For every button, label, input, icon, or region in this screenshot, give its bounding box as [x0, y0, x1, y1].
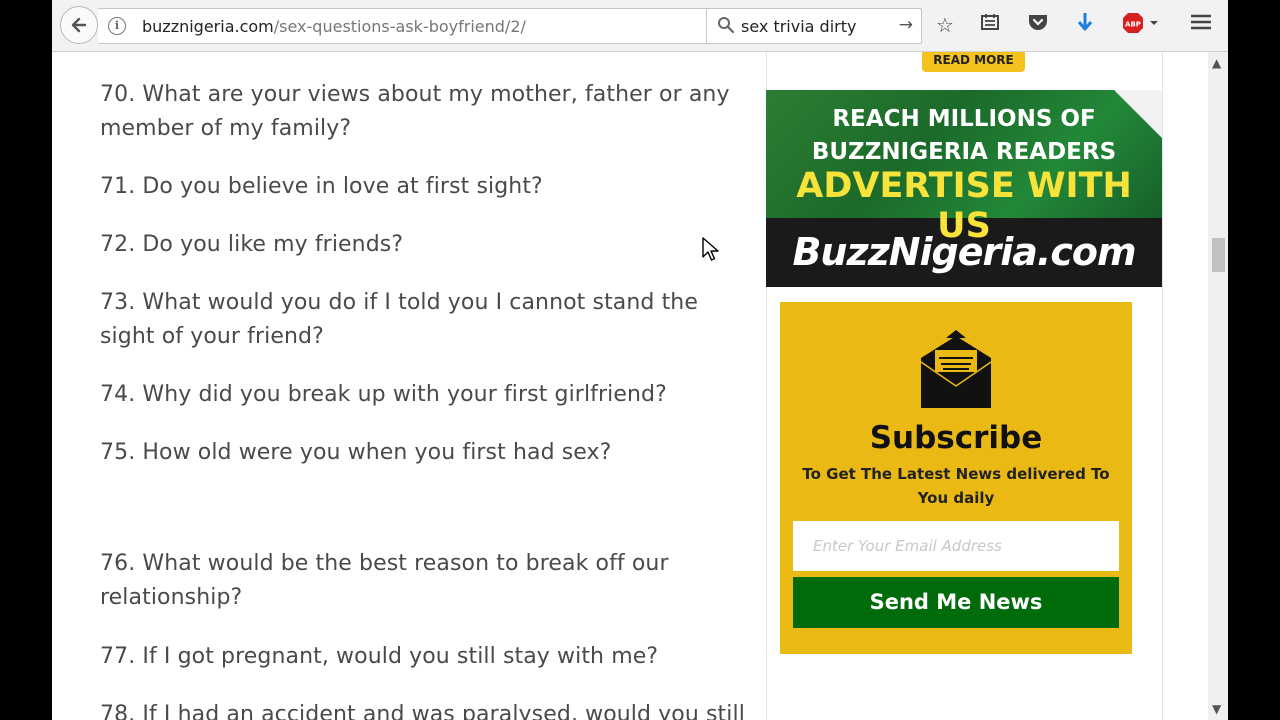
hamburger-glyph	[1191, 14, 1211, 30]
hamburger-menu-icon[interactable]	[1190, 12, 1212, 38]
buzznigeria-logo: BuzzNigeria.com	[792, 230, 1136, 274]
site-info-icon[interactable]: i	[108, 17, 126, 35]
scroll-up-icon[interactable]: ▲	[1212, 56, 1221, 70]
reader-list-glyph	[981, 14, 999, 30]
subscribe-description: To Get The Latest News delivered To You …	[802, 465, 1110, 507]
question-78: 78. If I had an accident and was paralys…	[100, 702, 745, 720]
download-arrow-glyph	[1077, 13, 1093, 31]
search-input[interactable]: sex trivia dirty	[741, 17, 856, 36]
email-field[interactable]	[793, 521, 1119, 571]
sidebar-divider-right	[1162, 52, 1163, 720]
adblock-icon[interactable]: ABP	[1122, 12, 1160, 40]
adblock-glyph: ABP	[1123, 13, 1158, 33]
advertise-banner[interactable]: REACH MILLIONS OF BUZZNIGERIA READERS AD…	[766, 90, 1162, 287]
search-icon	[718, 17, 735, 34]
question-70: 70. What are your views about my mother,…	[100, 82, 730, 141]
mouse-cursor-icon	[702, 237, 719, 261]
subscribe-title: Subscribe	[869, 420, 1043, 456]
read-more-button[interactable]: READ MORE	[922, 52, 1025, 72]
reader-list-icon[interactable]	[980, 12, 1000, 38]
browser-toolbar: i buzznigeria.com/sex-questions-ask-boyf…	[52, 0, 1228, 52]
bookmark-star-icon[interactable]: ☆	[936, 12, 954, 38]
browser-window: i buzznigeria.com/sex-questions-ask-boyf…	[52, 0, 1228, 720]
envelope-icon	[920, 330, 992, 408]
question-71: 71. Do you believe in love at first sigh…	[100, 174, 543, 199]
back-button[interactable]	[60, 6, 98, 44]
ad-headline-1: REACH MILLIONS OF	[832, 106, 1096, 132]
back-arrow-icon	[71, 17, 87, 33]
downloads-icon[interactable]	[1075, 12, 1095, 40]
subscribe-widget: Subscribe To Get The Latest News deliver…	[780, 302, 1132, 654]
question-73: 73. What would you do if I told you I ca…	[100, 290, 698, 349]
scroll-down-icon[interactable]: ▼	[1212, 702, 1221, 716]
question-76: 76. What would be the best reason to bre…	[100, 551, 669, 610]
question-74: 74. Why did you break up with your first…	[100, 382, 667, 407]
search-bar[interactable]: sex trivia dirty →	[706, 8, 922, 44]
page-scrollbar[interactable]: ▲ ▼	[1208, 52, 1228, 720]
question-72: 72. Do you like my friends?	[100, 232, 404, 257]
url-domain: buzznigeria.com	[142, 17, 274, 36]
adblock-label: ABP	[1125, 21, 1141, 29]
ad-headline-2: BUZZNIGERIA READERS	[811, 139, 1117, 165]
scroll-thumb[interactable]	[1212, 238, 1225, 272]
search-go-arrow-icon[interactable]: →	[899, 15, 913, 35]
url-bar[interactable]: i buzznigeria.com/sex-questions-ask-boyf…	[98, 8, 746, 44]
question-75: 75. How old were you when you first had …	[100, 440, 612, 465]
question-77: 77. If I got pregnant, would you still s…	[100, 644, 659, 669]
pocket-glyph	[1029, 15, 1047, 30]
url-path: /sex-questions-ask-boyfriend/2/	[273, 17, 526, 36]
send-me-news-button[interactable]: Send Me News	[793, 577, 1119, 628]
pocket-icon[interactable]	[1027, 12, 1049, 38]
url-text: buzznigeria.com/sex-questions-ask-boyfri…	[142, 17, 526, 36]
